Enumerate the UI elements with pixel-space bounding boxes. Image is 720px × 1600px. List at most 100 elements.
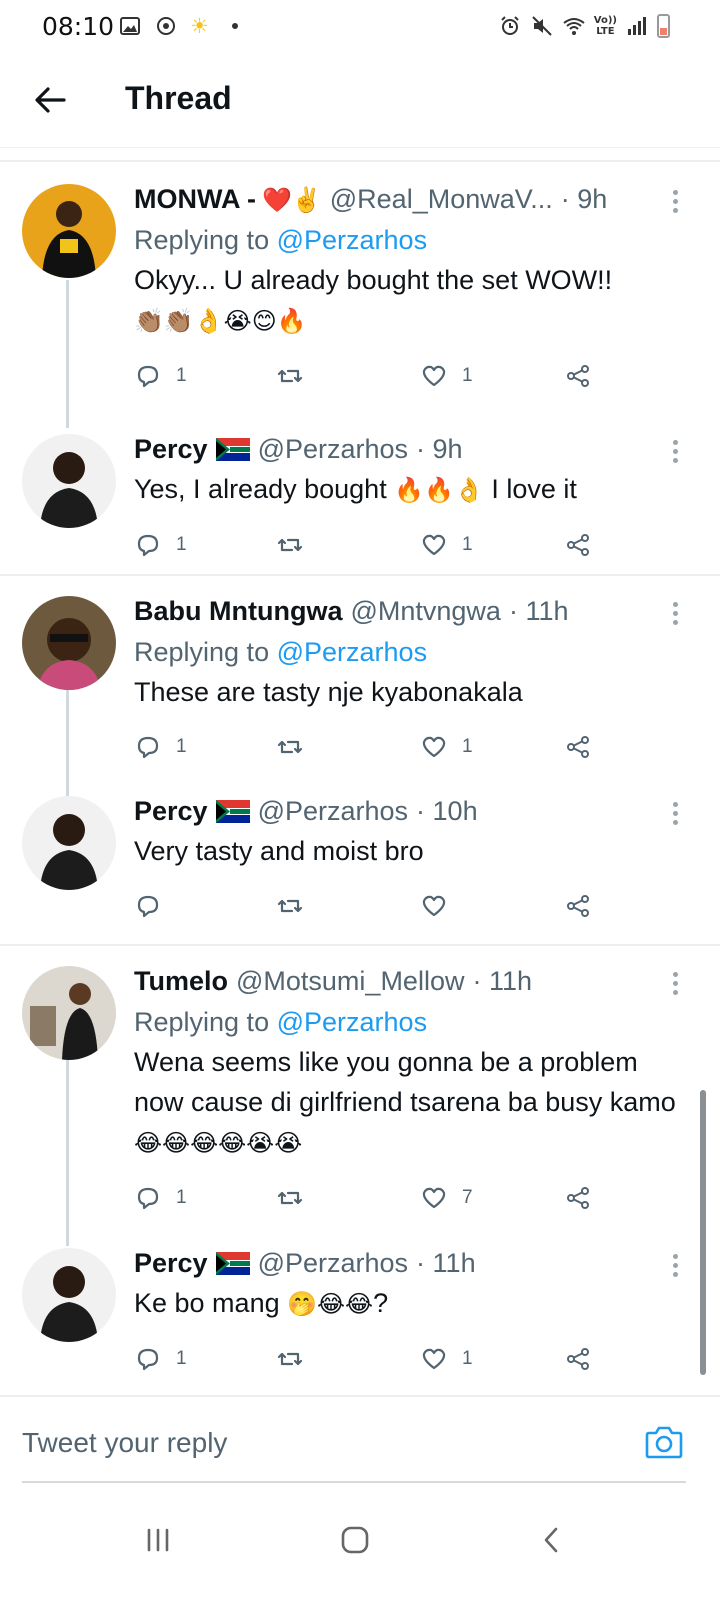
author-name[interactable]: Babu Mntungwa: [134, 596, 342, 627]
retweet-button[interactable]: [276, 892, 318, 920]
recent-apps-icon[interactable]: [136, 1518, 180, 1562]
reply-count: 1: [176, 365, 187, 386]
reply-count: 1: [176, 1348, 187, 1369]
like-button[interactable]: 1: [420, 1345, 473, 1373]
reply-button[interactable]: 1: [134, 733, 187, 761]
avatar[interactable]: [22, 1248, 116, 1342]
reply-composer[interactable]: Tweet your reply: [0, 1395, 720, 1485]
scrollbar[interactable]: [700, 1090, 706, 1375]
avatar[interactable]: [22, 966, 116, 1060]
tweet[interactable]: Percy @Perzarhos · 10h Very tasty and mo…: [0, 782, 720, 944]
reply-button[interactable]: 1: [134, 1345, 187, 1373]
app-header: Thread: [0, 52, 720, 148]
tweet-time: · 9h: [416, 434, 463, 464]
like-button[interactable]: 7: [420, 1184, 473, 1212]
tweet-time: · 11h: [508, 596, 569, 626]
back-arrow-icon[interactable]: [28, 78, 72, 122]
more-options-icon[interactable]: [668, 970, 682, 998]
share-button[interactable]: [564, 892, 592, 920]
author-handle[interactable]: @Perzarhos: [258, 1248, 408, 1279]
tweet[interactable]: Tumelo @Motsumi_Mellow · 11h Replying to…: [0, 946, 720, 1246]
author-name[interactable]: Percy: [134, 1248, 208, 1279]
retweet-button[interactable]: [276, 1345, 318, 1373]
retweet-button[interactable]: [276, 733, 318, 761]
share-button[interactable]: [564, 1345, 592, 1373]
reply-button[interactable]: 1: [134, 531, 187, 559]
avatar[interactable]: [22, 596, 116, 690]
tweet-actions: 1 1: [134, 1324, 686, 1394]
author-name[interactable]: Percy: [134, 434, 208, 465]
author-handle[interactable]: @Perzarhos: [258, 434, 408, 465]
thread-list[interactable]: MONWA - ❤️✌️ @Real_MonwaV... · 9h Replyi…: [0, 160, 720, 1384]
mention-link[interactable]: @Perzarhos: [277, 637, 427, 667]
more-options-icon[interactable]: [668, 1252, 682, 1280]
tweet-text-content: Wena seems like you gonna be a problem n…: [134, 1047, 676, 1117]
volte-label: Vo)): [593, 15, 617, 26]
retweet-button[interactable]: [276, 1184, 318, 1212]
author-name[interactable]: MONWA -: [134, 184, 256, 215]
heart-icon: [422, 534, 446, 556]
heart-icon: [422, 736, 446, 758]
avatar[interactable]: [22, 184, 116, 278]
share-icon: [567, 1348, 589, 1370]
tweet[interactable]: MONWA - ❤️✌️ @Real_MonwaV... · 9h Replyi…: [0, 162, 720, 428]
avatar[interactable]: [22, 796, 116, 890]
like-button[interactable]: 1: [420, 362, 473, 390]
like-count: 1: [462, 1348, 473, 1369]
reply-input[interactable]: Tweet your reply: [22, 1427, 227, 1459]
retweet-button[interactable]: [276, 531, 318, 559]
share-button[interactable]: [564, 531, 592, 559]
tweet-emojis: 😂😂😂😂😭😭: [134, 1129, 303, 1157]
author-handle[interactable]: @Real_MonwaV...: [330, 184, 553, 215]
tweet-actions: 1 1: [134, 712, 686, 782]
tweet-emojis: 👏🏽👏🏽👌😭😊🔥: [134, 307, 307, 335]
mention-link[interactable]: @Perzarhos: [277, 225, 427, 255]
author-handle[interactable]: @Perzarhos: [258, 796, 408, 827]
author-name[interactable]: Percy: [134, 796, 208, 827]
author-name[interactable]: Tumelo: [134, 966, 228, 997]
wifi-icon: [563, 18, 585, 35]
author-handle[interactable]: @Motsumi_Mellow: [236, 966, 464, 997]
tweet-text: Okyy... U already bought the set WOW!! 👏…: [134, 260, 686, 341]
camera-icon[interactable]: [644, 1423, 684, 1461]
tweet[interactable]: Babu Mntungwa @Mntvngwa · 11h Replying t…: [0, 576, 720, 796]
name-emoji: ❤️✌️: [261, 185, 322, 214]
battery-icon: [657, 14, 670, 38]
reply-icon: [137, 1187, 159, 1210]
retweet-icon: [277, 369, 303, 383]
home-icon[interactable]: [333, 1518, 377, 1562]
reply-button[interactable]: 1: [134, 1184, 187, 1212]
like-count: 1: [462, 534, 473, 555]
back-icon[interactable]: [530, 1518, 574, 1562]
author-handle[interactable]: @Mntvngwa: [350, 596, 500, 627]
like-button[interactable]: 1: [420, 733, 473, 761]
avatar[interactable]: [22, 434, 116, 528]
tweet[interactable]: Percy @Perzarhos · 11h Ke bo mang 🤭😂😂? 1…: [0, 1234, 720, 1384]
like-count: 1: [462, 365, 473, 386]
settings-sync-icon: [157, 17, 175, 35]
replying-prefix: Replying to: [134, 225, 270, 255]
retweet-icon: [277, 899, 303, 913]
retweet-button[interactable]: [276, 362, 318, 390]
tweet-text-suffix: I love it: [491, 474, 577, 504]
like-button[interactable]: 1: [420, 531, 473, 559]
more-options-icon[interactable]: [668, 600, 682, 628]
tweet[interactable]: Percy @Perzarhos · 9h Yes, I already bou…: [0, 418, 720, 574]
more-options-icon[interactable]: [668, 438, 682, 466]
more-options-icon[interactable]: [668, 188, 682, 216]
retweet-icon: [277, 1191, 303, 1205]
reply-button[interactable]: [134, 892, 176, 920]
signal-icon: [628, 17, 646, 35]
reply-button[interactable]: 1: [134, 362, 187, 390]
like-button[interactable]: [420, 892, 462, 920]
more-options-icon[interactable]: [668, 800, 682, 828]
share-button[interactable]: [564, 362, 592, 390]
share-button[interactable]: [564, 733, 592, 761]
thread-connector: [66, 1056, 69, 1246]
lte-label: LTE: [596, 26, 615, 37]
tweet-actions: 1 1: [134, 341, 686, 411]
share-icon: [567, 534, 589, 556]
mention-link[interactable]: @Perzarhos: [277, 1007, 427, 1037]
share-button[interactable]: [564, 1184, 592, 1212]
thread-connector: [66, 280, 69, 428]
